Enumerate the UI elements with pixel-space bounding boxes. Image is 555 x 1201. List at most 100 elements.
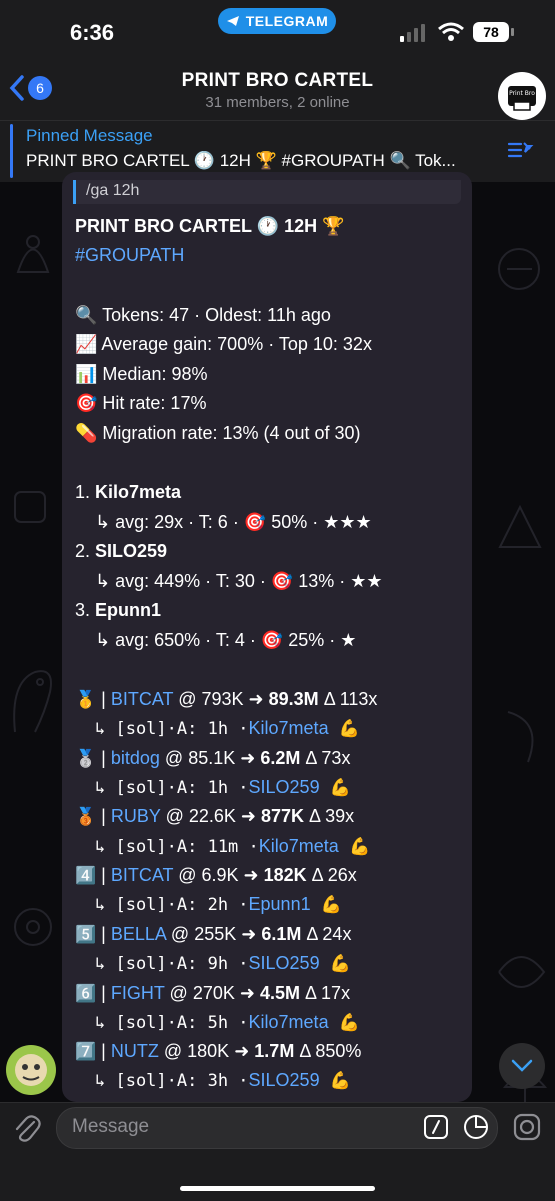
token-link[interactable]: BELLA: [111, 924, 166, 944]
logo-text: Print Bro: [509, 90, 535, 97]
doodle-icon: [14, 491, 46, 523]
call-peak: 182K: [263, 865, 307, 885]
call-meta: ↳ [sol]·A: 2h ·Epunn1 💪: [95, 894, 342, 915]
wifi-icon: [438, 22, 464, 41]
flex-emoji-icon: 💪: [349, 837, 371, 857]
rank-number-icon: 7️⃣: [75, 1042, 97, 1061]
doodle-icon: [507, 711, 534, 763]
token-link[interactable]: bitdog: [111, 748, 160, 768]
pinned-label: Pinned Message: [26, 126, 153, 145]
caller-link[interactable]: SILO259: [249, 1070, 320, 1090]
call-age: ↳ [sol]·A: 5h ·: [95, 1013, 249, 1033]
call-peak: 6.2M: [260, 748, 301, 768]
message-title: PRINT BRO CARTEL 🕐 12H 🏆: [75, 216, 345, 236]
caller-link[interactable]: Kilo7meta: [259, 836, 339, 856]
token-link[interactable]: BITCAT: [111, 865, 173, 885]
rank-number-icon: 4️⃣: [75, 866, 97, 885]
call-age: ↳ [sol]·A: 3h ·: [95, 1071, 249, 1091]
stat-hit-rate: 🎯 Hit rate: 17%: [75, 393, 207, 413]
call-delta: Δ 39x: [309, 806, 355, 826]
call-peak: 6.1M: [261, 924, 302, 944]
doodle-icon: [14, 908, 52, 946]
rank-number-icon: 6️⃣: [75, 984, 97, 1003]
call-entry: @ 22.6K ➜: [165, 806, 256, 826]
leader-row: 1. Kilo7meta: [75, 482, 181, 503]
token-link[interactable]: FIGHT: [111, 983, 165, 1003]
dino-doodle-icon: [13, 670, 52, 733]
flex-emoji-icon: 💪: [329, 778, 352, 798]
caller-link[interactable]: Kilo7meta: [249, 718, 329, 738]
call-delta: Δ 24x: [306, 924, 352, 944]
flex-emoji-icon: 💪: [329, 954, 352, 974]
leader-name: Kilo7meta: [95, 482, 182, 502]
call-meta: ↳ [sol]·A: 5h ·Kilo7meta 💪: [95, 1012, 360, 1033]
token-link[interactable]: RUBY: [111, 806, 161, 826]
sender-avatar[interactable]: [6, 1045, 56, 1095]
leader-rank: 1.: [75, 482, 91, 502]
call-age: ↳ [sol]·A: 9h ·: [95, 954, 249, 974]
call-peak: 1.7M: [254, 1041, 295, 1061]
chat-members-status: 31 members, 2 online: [205, 94, 350, 111]
flex-emoji-icon: 💪: [338, 719, 360, 739]
call-delta: Δ 850%: [299, 1041, 362, 1061]
call-peak: 89.3M: [268, 689, 319, 709]
caller-link[interactable]: Epunn1: [249, 894, 311, 914]
signal-icon: [400, 24, 425, 42]
scroll-to-bottom-button[interactable]: [499, 1043, 545, 1089]
token-link[interactable]: NUTZ: [111, 1041, 159, 1061]
leader-name: Epunn1: [95, 600, 162, 620]
call-row: 7️⃣ | NUTZ @ 180K ➜ 1.7M Δ 850%: [75, 1041, 362, 1061]
leader-detail: ↳ avg: 650% · T: 4 · 🎯 25% · ★: [95, 630, 357, 650]
call-entry: @ 270K ➜: [169, 983, 255, 1003]
call-meta: ↳ [sol]·A: 11m ·Kilo7meta 💪: [95, 836, 370, 857]
chat-title[interactable]: PRINT BRO CARTEL: [0, 70, 555, 92]
call-age: ↳ [sol]·A: 2h ·: [95, 895, 249, 915]
leader-rank: 2.: [75, 541, 91, 561]
call-entry: @ 6.9K ➜: [178, 865, 259, 885]
doodle-icon: [498, 504, 542, 548]
call-peak: 4.5M: [259, 983, 300, 1003]
doodle-icon: [16, 235, 50, 273]
leader-row: 2. SILO259: [75, 541, 167, 562]
telegram-return-pill[interactable]: TELEGRAM: [218, 8, 336, 34]
pinned-indicator: [10, 124, 13, 178]
print-bro-logo-icon: Print Bro: [508, 86, 536, 111]
rank-medal-icon: 🥈: [75, 749, 97, 768]
call-peak: 877K: [260, 806, 305, 826]
leader-detail: ↳ avg: 29x · T: 6 · 🎯 50% · ★★★: [95, 512, 372, 532]
battery-tip: [511, 28, 514, 36]
call-entry: @ 255K ➜: [170, 924, 257, 944]
chevron-down-icon: [511, 1059, 533, 1072]
call-age: ↳ [sol]·A: 11m ·: [95, 837, 259, 857]
call-row: 🥇 | BITCAT @ 793K ➜ 89.3M Δ 113x: [75, 689, 378, 709]
rank-medal-icon: 🥉: [75, 807, 97, 826]
stat-tokens: 🔍 Tokens: 47 · Oldest: 11h ago: [75, 305, 331, 325]
commands-slash-icon[interactable]: [423, 1114, 449, 1140]
stat-median: 📊 Median: 98%: [75, 364, 208, 384]
leader-row: 3. Epunn1: [75, 600, 161, 621]
call-meta: ↳ [sol]·A: 3h ·SILO259 💪: [95, 1070, 351, 1091]
flex-emoji-icon: 💪: [320, 895, 343, 915]
caller-link[interactable]: SILO259: [249, 777, 320, 797]
group-avatar[interactable]: Print Bro: [498, 72, 546, 120]
bot-face-icon: [15, 1054, 47, 1086]
hashtag-link[interactable]: #GROUPATH: [75, 245, 184, 266]
call-row: 🥈 | bitdog @ 85.1K ➜ 6.2M Δ 73x: [75, 748, 351, 768]
call-meta: ↳ [sol]·A: 1h ·SILO259 💪: [95, 777, 351, 798]
rank-number-icon: 5️⃣: [75, 925, 97, 944]
sticker-icon[interactable]: [462, 1113, 490, 1141]
call-age: ↳ [sol]·A: 1h ·: [95, 778, 249, 798]
app-pill-label: TELEGRAM: [245, 13, 329, 29]
call-delta: Δ 17x: [305, 983, 351, 1003]
token-link[interactable]: BITCAT: [111, 689, 173, 709]
attachment-icon[interactable]: [12, 1110, 42, 1144]
caller-link[interactable]: Kilo7meta: [249, 1012, 329, 1032]
flex-emoji-icon: 💪: [338, 1013, 360, 1033]
paper-plane-icon: [226, 16, 239, 26]
pinned-list-icon[interactable]: [506, 138, 534, 164]
doodle-icon: [498, 956, 546, 988]
leader-detail: ↳ avg: 449% · T: 30 · 🎯 13% · ★★: [95, 571, 383, 591]
camera-icon[interactable]: [512, 1112, 542, 1142]
call-row: 6️⃣ | FIGHT @ 270K ➜ 4.5M Δ 17x: [75, 983, 351, 1003]
caller-link[interactable]: SILO259: [249, 953, 320, 973]
